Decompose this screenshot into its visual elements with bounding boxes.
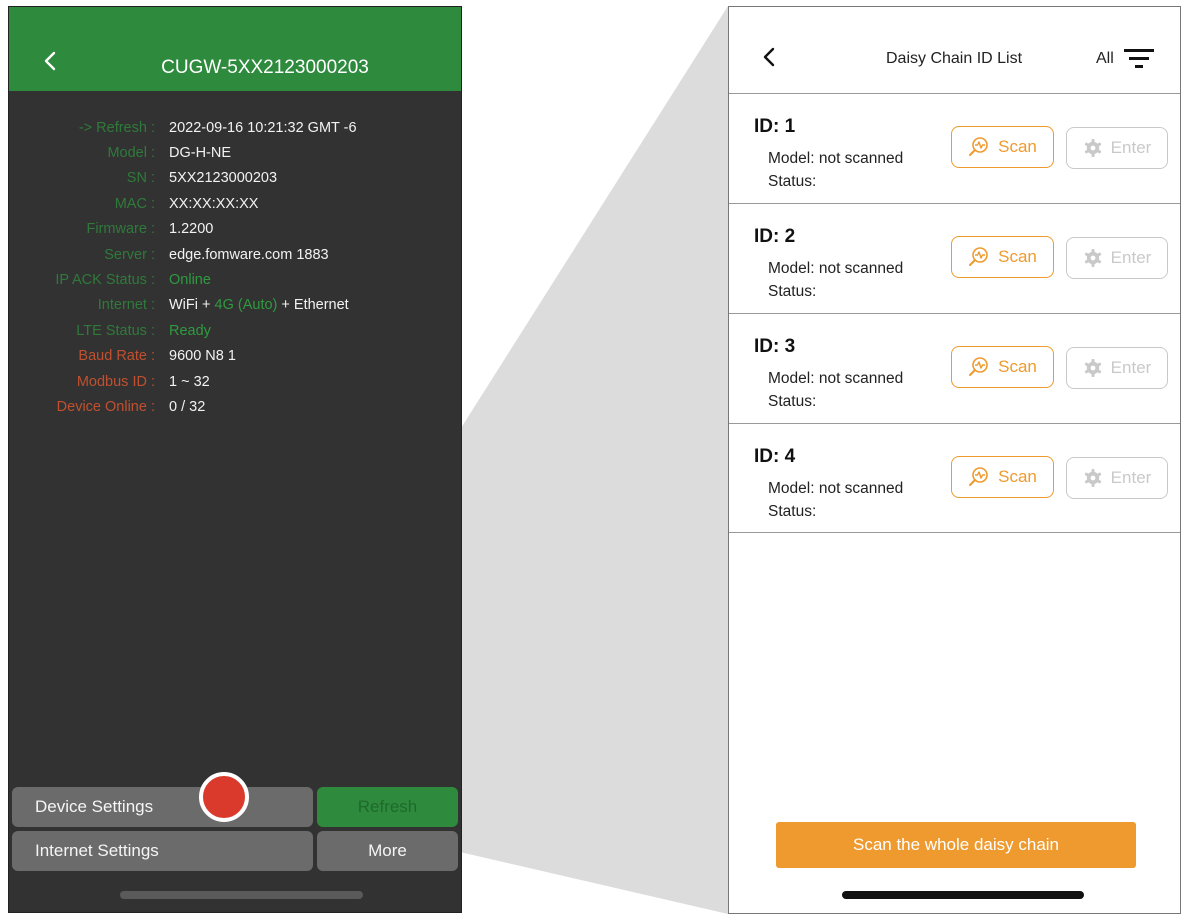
info-value: 5XX2123000203	[169, 170, 278, 187]
info-label: SN :	[126, 170, 155, 187]
info-label: Device Online :	[56, 398, 155, 415]
info-row-lte-status: LTE Status : Ready	[9, 318, 461, 343]
internet-ethernet: + Ethernet	[277, 297, 349, 314]
info-row-modbus-id: Modbus ID : 1 ~ 32	[9, 369, 461, 394]
info-label: Modbus ID :	[76, 373, 155, 390]
device-detail-screen: CUGW-5XX2123000203 -> Refresh : 2022-09-…	[8, 6, 462, 913]
scan-search-icon	[969, 137, 988, 156]
info-value: Ready	[169, 322, 211, 339]
info-label: -> Refresh :	[78, 119, 155, 136]
daisy-chain-id-list: ID: 1 Model: not scanned Status: Scan En…	[729, 93, 1180, 533]
refresh-button[interactable]: Refresh	[317, 787, 458, 827]
id-title: ID: 4	[754, 446, 796, 467]
info-label: Server :	[104, 246, 155, 263]
info-label: Internet :	[97, 297, 155, 314]
id-model: Model: not scanned	[768, 370, 904, 387]
scan-button[interactable]: Scan	[951, 236, 1054, 278]
scan-search-icon	[969, 467, 988, 486]
info-value: 1.2200	[169, 221, 214, 238]
id-status: Status:	[768, 283, 817, 300]
info-value: WiFi + 4G (Auto) + Ethernet	[169, 297, 349, 313]
gear-icon	[1084, 139, 1101, 157]
list-item: ID: 4 Model: not scanned Status: Scan En…	[729, 423, 1180, 533]
header-bar: CUGW-5XX2123000203	[9, 7, 461, 91]
id-status: Status:	[768, 173, 817, 190]
info-label: Model :	[107, 145, 155, 162]
id-title: ID: 3	[754, 336, 796, 357]
scan-search-icon	[969, 247, 988, 266]
id-title: ID: 1	[754, 116, 796, 137]
back-chevron-icon[interactable]	[759, 41, 779, 71]
info-row-device-online: Device Online : 0 / 32	[9, 394, 461, 419]
id-model: Model: not scanned	[768, 260, 904, 277]
enter-label: Enter	[1110, 248, 1152, 267]
enter-label: Enter	[1110, 138, 1152, 157]
info-value: DG-H-NE	[169, 145, 232, 162]
info-row-baud-rate: Baud Rate : 9600 N8 1	[9, 344, 461, 369]
scan-button[interactable]: Scan	[951, 346, 1054, 388]
internet-4g: 4G (Auto)	[214, 297, 278, 314]
scan-label: Scan	[998, 137, 1037, 156]
info-label: MAC :	[114, 195, 155, 212]
id-status: Status:	[768, 393, 817, 410]
scan-whole-chain-button[interactable]: Scan the whole daisy chain	[776, 822, 1136, 868]
info-row-server: Server : edge.fomware.com 1883	[9, 242, 461, 267]
info-label: Firmware :	[86, 221, 155, 238]
info-value: 2022-09-16 10:21:32 GMT -6	[169, 119, 357, 136]
device-settings-button[interactable]: Device Settings	[12, 787, 313, 827]
scan-search-icon	[969, 357, 988, 376]
info-label: Baud Rate :	[78, 348, 155, 365]
device-info-list: -> Refresh : 2022-09-16 10:21:32 GMT -6 …	[9, 115, 461, 420]
info-row-refresh: -> Refresh : 2022-09-16 10:21:32 GMT -6	[9, 115, 461, 140]
id-title: ID: 2	[754, 226, 796, 247]
page-title: CUGW-5XX2123000203	[161, 57, 369, 78]
info-row-sn: SN : 5XX2123000203	[9, 166, 461, 191]
info-value: edge.fomware.com 1883	[169, 246, 329, 263]
internet-wifi: WiFi +	[169, 297, 215, 314]
enter-button[interactable]: Enter	[1066, 127, 1168, 169]
info-row-model: Model : DG-H-NE	[9, 140, 461, 165]
id-status: Status:	[768, 503, 817, 520]
scan-label: Scan	[998, 247, 1037, 266]
list-item: ID: 2 Model: not scanned Status: Scan En…	[729, 203, 1180, 313]
list-item: ID: 3 Model: not scanned Status: Scan En…	[729, 313, 1180, 423]
enter-button[interactable]: Enter	[1066, 347, 1168, 389]
info-row-mac: MAC : XX:XX:XX:XX	[9, 191, 461, 216]
filter-icon[interactable]	[1120, 43, 1156, 73]
enter-button[interactable]: Enter	[1066, 457, 1168, 499]
scan-button[interactable]: Scan	[951, 456, 1054, 498]
daisy-chain-screen: Daisy Chain ID List All ID: 1 Model: not…	[728, 6, 1181, 914]
home-indicator	[842, 891, 1084, 899]
info-label: IP ACK Status :	[55, 272, 155, 289]
info-row-ip-ack-status: IP ACK Status : Online	[9, 267, 461, 292]
scan-label: Scan	[998, 357, 1037, 376]
tap-highlight-marker	[199, 772, 249, 822]
info-row-internet: Internet : WiFi + 4G (Auto) + Ethernet	[9, 293, 461, 318]
info-value: Online	[169, 272, 211, 289]
scan-label: Scan	[998, 467, 1037, 486]
enter-label: Enter	[1110, 468, 1152, 487]
more-button[interactable]: More	[317, 831, 458, 871]
internet-settings-button[interactable]: Internet Settings	[12, 831, 313, 871]
list-item: ID: 1 Model: not scanned Status: Scan En…	[729, 93, 1180, 203]
info-value: 9600 N8 1	[169, 348, 236, 365]
home-indicator	[120, 891, 363, 899]
gear-icon	[1084, 469, 1101, 487]
gear-icon	[1084, 249, 1101, 267]
info-row-firmware: Firmware : 1.2200	[9, 217, 461, 242]
page-title: Daisy Chain ID List	[886, 50, 1023, 67]
id-model: Model: not scanned	[768, 150, 904, 167]
enter-label: Enter	[1110, 358, 1152, 377]
info-value: XX:XX:XX:XX	[169, 195, 259, 212]
info-label: LTE Status :	[76, 322, 155, 339]
scan-button[interactable]: Scan	[951, 126, 1054, 168]
info-value: 0 / 32	[169, 398, 206, 415]
id-model: Model: not scanned	[768, 480, 904, 497]
enter-button[interactable]: Enter	[1066, 237, 1168, 279]
filter-label[interactable]: All	[1096, 50, 1114, 68]
gear-icon	[1084, 359, 1101, 377]
info-value: 1 ~ 32	[169, 373, 210, 390]
